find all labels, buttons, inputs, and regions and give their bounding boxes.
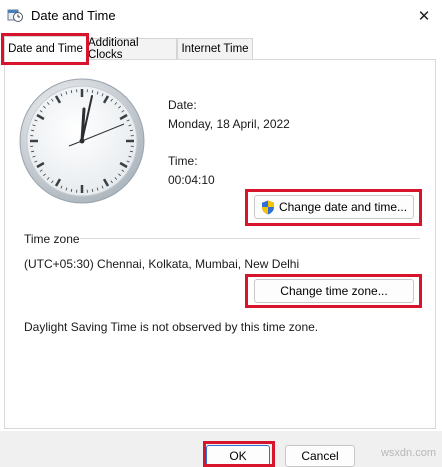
divider — [80, 238, 420, 239]
tab-label: Date and Time — [8, 43, 83, 55]
date-value: Monday, 18 April, 2022 — [168, 117, 290, 131]
change-time-zone-label: Change time zone... — [280, 284, 388, 298]
shield-icon — [261, 200, 274, 214]
date-time-icon — [7, 9, 23, 22]
time-label: Time: — [168, 154, 198, 168]
time-zone-section-label: Time zone — [24, 232, 80, 246]
change-date-time-button[interactable]: Change date and time... — [254, 195, 414, 219]
tab-additional-clocks[interactable]: Additional Clocks — [87, 37, 177, 61]
time-zone-value: (UTC+05:30) Chennai, Kolkata, Mumbai, Ne… — [24, 257, 300, 271]
title-bar: Date and Time ✕ — [0, 0, 442, 32]
time-value: 00:04:10 — [168, 173, 215, 187]
close-icon: ✕ — [417, 8, 431, 25]
watermark: wsxdn.com — [380, 447, 436, 459]
change-date-time-label: Change date and time... — [278, 200, 408, 214]
tab-date-and-time[interactable]: Date and Time — [4, 36, 87, 61]
cancel-label: Cancel — [301, 449, 339, 463]
change-time-zone-button[interactable]: Change time zone... — [254, 279, 414, 303]
ok-label: OK — [229, 449, 247, 463]
tab-strip: Date and Time Additional Clocks Internet… — [0, 36, 442, 61]
window-title: Date and Time — [31, 8, 116, 23]
close-button[interactable]: ✕ — [406, 0, 442, 32]
cancel-button[interactable]: Cancel — [285, 445, 355, 467]
dst-note: Daylight Saving Time is not observed by … — [24, 320, 319, 334]
date-label: Date: — [168, 98, 197, 112]
tab-internet-time[interactable]: Internet Time — [177, 38, 253, 59]
ok-button[interactable]: OK — [206, 445, 270, 467]
tab-label: Additional Clocks — [88, 37, 139, 61]
tab-label: Internet Time — [181, 43, 249, 55]
analog-clock — [19, 78, 145, 204]
